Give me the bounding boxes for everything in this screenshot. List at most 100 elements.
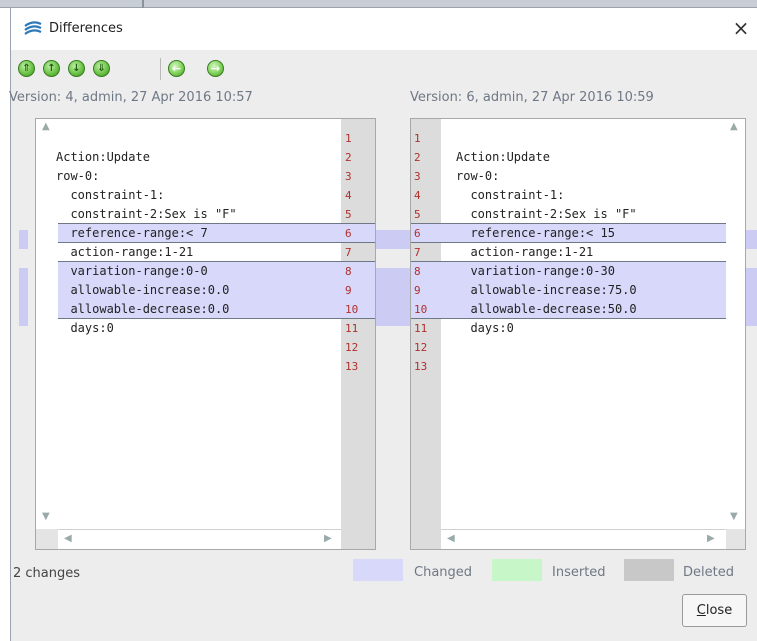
line-number: 8 xyxy=(414,265,421,278)
line-number: 1 xyxy=(414,132,421,145)
line-number: 4 xyxy=(345,189,352,202)
code-line: Action:Update xyxy=(456,150,550,164)
line-number: 13 xyxy=(414,360,428,373)
left-vertical-scrollbar[interactable]: ▲ ▼ xyxy=(36,119,58,529)
change-boundary-line xyxy=(411,242,726,243)
right-diff-marker xyxy=(746,230,757,249)
code-line: row-0: xyxy=(456,169,500,183)
scroll-left-icon[interactable]: ◀ xyxy=(64,533,72,544)
line-number: 12 xyxy=(414,341,428,354)
close-button[interactable]: Close xyxy=(682,594,747,627)
code-line: days:0 xyxy=(456,321,514,335)
line-number: 3 xyxy=(414,170,421,183)
next-change-icon[interactable]: ↓ xyxy=(68,60,85,77)
parent-window-divider xyxy=(142,0,144,8)
line-number: 6 xyxy=(414,227,421,240)
change-boundary-line xyxy=(411,223,726,224)
previous-change-icon[interactable]: ↑ xyxy=(43,60,60,77)
toolbar-separator xyxy=(160,58,161,80)
line-number: 11 xyxy=(414,322,428,335)
code-line: variation-range:0-30 xyxy=(456,264,615,278)
app-logo-icon xyxy=(24,21,42,35)
scroll-up-icon[interactable]: ▲ xyxy=(42,121,50,132)
line-number: 6 xyxy=(345,227,352,240)
legend-deleted-label: Deleted xyxy=(683,565,734,580)
code-line: allowable-increase:0.0 xyxy=(56,283,230,297)
line-number: 7 xyxy=(345,246,352,259)
line-number: 9 xyxy=(414,284,421,297)
left-diff-marker xyxy=(19,268,28,326)
center-diff-connector xyxy=(376,268,410,326)
window-title: Differences xyxy=(49,21,123,36)
legend-deleted-swatch xyxy=(624,559,674,581)
forward-icon[interactable]: → xyxy=(207,60,224,77)
code-line: constraint-1: xyxy=(56,188,165,202)
code-line: allowable-decrease:0.0 xyxy=(56,302,230,316)
line-number: 12 xyxy=(345,341,359,354)
change-boundary-line xyxy=(58,261,375,262)
code-line: Action:Update xyxy=(56,150,150,164)
right-horizontal-scrollbar[interactable]: ◀ ▶ xyxy=(441,529,726,549)
right-vertical-scrollbar[interactable]: ▲ ▼ xyxy=(726,119,745,529)
code-line: action-range:1-21 xyxy=(56,245,194,259)
right-diff-marker xyxy=(746,268,757,326)
close-button-label: lose xyxy=(705,603,733,618)
legend-inserted-label: Inserted xyxy=(552,565,606,580)
scroll-up-icon[interactable]: ▲ xyxy=(730,121,738,132)
close-button-mnemonic: C xyxy=(696,603,706,618)
scroll-down-icon[interactable]: ▼ xyxy=(42,511,50,522)
code-line: reference-range:< 15 xyxy=(456,226,615,240)
code-line: constraint-2:Sex is "F" xyxy=(456,207,637,221)
differences-dialog: Differences × ⇑ ↑ ↓ ⇓ ← → Version: 4, ad… xyxy=(9,8,757,641)
code-line: allowable-decrease:50.0 xyxy=(456,302,637,316)
line-number: 13 xyxy=(345,360,359,373)
line-number: 7 xyxy=(414,246,421,259)
change-boundary-line xyxy=(58,242,375,243)
center-diff-connector xyxy=(376,230,410,249)
right-version-label: Version: 6, admin, 27 Apr 2016 10:59 xyxy=(410,90,654,105)
left-text-pane: ▲ ▼ ◀ ▶ 1 2 Action:Update 3 row-0: 4 constrai… xyxy=(35,118,376,550)
last-change-icon[interactable]: ⇓ xyxy=(93,60,110,77)
title-bar: Differences × xyxy=(11,8,757,50)
line-number: 5 xyxy=(414,208,421,221)
code-line: reference-range:< 7 xyxy=(56,226,208,240)
code-line: allowable-increase:75.0 xyxy=(456,283,637,297)
left-horizontal-scrollbar[interactable]: ◀ ▶ xyxy=(58,529,341,549)
line-number: 1 xyxy=(345,132,352,145)
legend-inserted-swatch xyxy=(492,559,542,581)
line-number: 10 xyxy=(345,303,359,316)
toolbar: ⇑ ↑ ↓ ⇓ ← → xyxy=(11,53,757,87)
code-line: days:0 xyxy=(56,321,114,335)
line-number: 11 xyxy=(345,322,359,335)
line-number: 4 xyxy=(414,189,421,202)
legend-changed-swatch xyxy=(353,559,403,581)
code-line: variation-range:0-0 xyxy=(56,264,208,278)
legend-changed-label: Changed xyxy=(414,565,473,580)
change-boundary-line xyxy=(58,223,375,224)
code-line: action-range:1-21 xyxy=(456,245,594,259)
change-count: 2 changes xyxy=(13,566,81,581)
line-number: 5 xyxy=(345,208,352,221)
code-line: row-0: xyxy=(56,169,100,183)
change-boundary-line xyxy=(411,318,726,319)
left-diff-marker xyxy=(19,230,28,249)
scroll-right-icon[interactable]: ▶ xyxy=(324,533,332,544)
line-number: 10 xyxy=(414,303,428,316)
back-icon[interactable]: ← xyxy=(168,60,185,77)
close-icon[interactable]: × xyxy=(730,16,752,40)
scroll-down-icon[interactable]: ▼ xyxy=(730,511,738,522)
change-boundary-line xyxy=(58,318,375,319)
line-number: 3 xyxy=(345,170,352,183)
first-change-icon[interactable]: ⇑ xyxy=(18,60,35,77)
line-number: 2 xyxy=(345,151,352,164)
scroll-left-icon[interactable]: ◀ xyxy=(447,533,455,544)
line-number: 2 xyxy=(414,151,421,164)
code-line: constraint-1: xyxy=(456,188,565,202)
code-line: constraint-2:Sex is "F" xyxy=(56,207,237,221)
line-number: 9 xyxy=(345,284,352,297)
parent-window-strip xyxy=(0,0,757,8)
right-text-pane: ▲ ▼ ◀ ▶ 1 2 Action:Update 3 row-0: 4 constrai… xyxy=(410,118,746,550)
left-version-label: Version: 4, admin, 27 Apr 2016 10:57 xyxy=(9,90,253,105)
scroll-right-icon[interactable]: ▶ xyxy=(707,533,715,544)
line-number: 8 xyxy=(345,265,352,278)
